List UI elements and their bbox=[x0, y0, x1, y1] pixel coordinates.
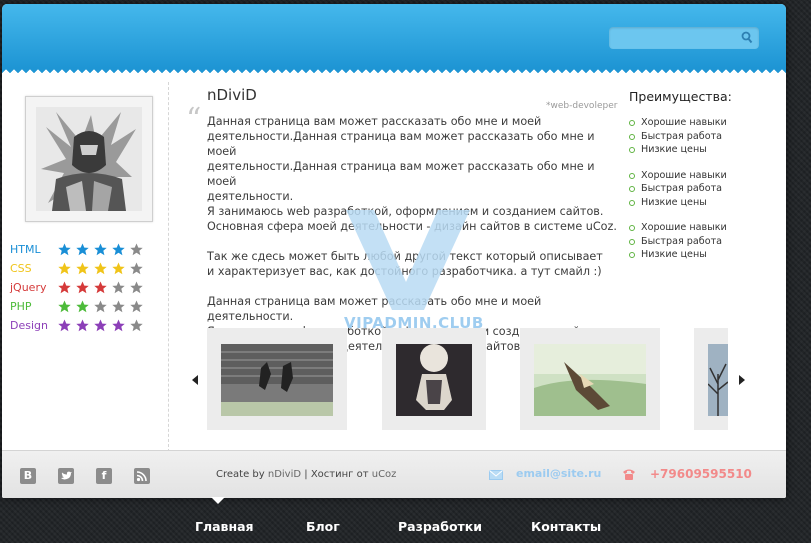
vertical-divider bbox=[168, 82, 169, 452]
advantage-item: Низкие цены bbox=[628, 248, 778, 262]
skill-name: CSS bbox=[10, 262, 32, 275]
page-card: HTML CSS jQuery PHP Design nDiviD *web-devol… bbox=[2, 4, 786, 498]
credits-host-link[interactable]: uCoz bbox=[372, 469, 397, 480]
star-filled-icon bbox=[94, 319, 107, 332]
advantage-item: Быстрая работа bbox=[628, 235, 778, 249]
gallery-thumb[interactable] bbox=[382, 328, 486, 430]
advantages-group: Хорошие навыки Быстрая работа Низкие цены bbox=[628, 116, 778, 157]
footer-bar: B f Create by nDiviD | Хостинг от uCoz e… bbox=[2, 450, 786, 498]
star-empty-icon bbox=[130, 319, 143, 332]
gallery-photo bbox=[534, 344, 646, 416]
star-filled-icon bbox=[76, 243, 89, 256]
email-icon bbox=[489, 470, 503, 480]
search-input[interactable] bbox=[609, 27, 743, 49]
gallery-photo bbox=[396, 344, 472, 416]
gallery-photo bbox=[708, 344, 728, 416]
star-filled-icon bbox=[94, 243, 107, 256]
star-filled-icon bbox=[76, 300, 89, 313]
gallery-photo bbox=[221, 344, 333, 416]
star-filled-icon bbox=[112, 262, 125, 275]
star-filled-icon bbox=[58, 319, 71, 332]
star-empty-icon bbox=[130, 243, 143, 256]
star-empty-icon bbox=[94, 300, 107, 313]
search-box[interactable] bbox=[609, 27, 759, 49]
nav-item-home[interactable]: Главная bbox=[195, 519, 254, 534]
gallery-thumb[interactable] bbox=[520, 328, 660, 430]
advantages-list: Хорошие навыки Быстрая работа Низкие цены Х… bbox=[628, 116, 778, 274]
star-filled-icon bbox=[76, 262, 89, 275]
skill-name: jQuery bbox=[10, 281, 47, 294]
star-filled-icon bbox=[76, 319, 89, 332]
star-empty-icon bbox=[130, 300, 143, 313]
skill-name: PHP bbox=[10, 300, 32, 313]
header-zigzag-edge bbox=[2, 68, 786, 75]
star-empty-icon bbox=[130, 281, 143, 294]
star-filled-icon bbox=[58, 300, 71, 313]
skill-row: jQuery bbox=[10, 278, 148, 297]
advantage-item: Быстрая работа bbox=[628, 130, 778, 144]
profile-photo bbox=[36, 107, 142, 211]
advantage-item: Быстрая работа bbox=[628, 182, 778, 196]
skill-row: HTML bbox=[10, 240, 148, 259]
profile-subtitle: *web-devoleper bbox=[546, 101, 618, 111]
advantage-item: Низкие цены bbox=[628, 143, 778, 157]
skill-rating bbox=[58, 300, 148, 313]
vk-icon[interactable]: B bbox=[20, 468, 36, 484]
star-filled-icon bbox=[94, 262, 107, 275]
phone-icon bbox=[623, 469, 635, 480]
credits-prefix: Create by bbox=[216, 469, 265, 480]
skill-row: Design bbox=[10, 316, 148, 335]
rss-icon[interactable] bbox=[134, 468, 150, 484]
credits-author-link[interactable]: nDiviD bbox=[268, 469, 301, 480]
star-filled-icon bbox=[76, 281, 89, 294]
footer-credits: Create by nDiviD | Хостинг от uCoz bbox=[216, 469, 396, 480]
advantage-item: Хорошие навыки bbox=[628, 116, 778, 130]
star-empty-icon bbox=[130, 262, 143, 275]
facebook-icon[interactable]: f bbox=[96, 468, 112, 484]
contact-email[interactable]: email@site.ru bbox=[516, 467, 601, 480]
star-filled-icon bbox=[58, 281, 71, 294]
skill-row: PHP bbox=[10, 297, 148, 316]
skill-rating bbox=[58, 281, 148, 294]
twitter-icon[interactable] bbox=[58, 468, 74, 484]
gallery-thumb[interactable] bbox=[694, 328, 728, 430]
skill-name: HTML bbox=[10, 243, 41, 256]
star-filled-icon bbox=[112, 243, 125, 256]
advantage-item: Хорошие навыки bbox=[628, 221, 778, 235]
header-bar bbox=[2, 4, 786, 68]
watermark-logo-icon bbox=[346, 210, 470, 310]
gallery-prev-arrow-icon[interactable] bbox=[192, 375, 198, 385]
skill-rating bbox=[58, 262, 148, 275]
nav-item-blog[interactable]: Блог bbox=[306, 519, 340, 534]
advantages-group: Хорошие навыки Быстрая работа Низкие цены bbox=[628, 169, 778, 210]
skill-rating bbox=[58, 319, 148, 332]
nav-active-pointer bbox=[211, 497, 225, 504]
nav-item-projects[interactable]: Разработки bbox=[398, 519, 482, 534]
skill-name: Design bbox=[10, 319, 48, 332]
credits-hosting: Хостинг от bbox=[310, 469, 369, 480]
profile-name: nDiviD bbox=[207, 86, 257, 104]
search-icon[interactable] bbox=[741, 31, 753, 45]
gallery-next-arrow-icon[interactable] bbox=[739, 375, 745, 385]
star-filled-icon bbox=[58, 243, 71, 256]
skill-rating bbox=[58, 243, 148, 256]
star-filled-icon bbox=[94, 281, 107, 294]
contact-phone[interactable]: +79609595510 bbox=[650, 467, 752, 481]
quote-mark-icon: “ bbox=[186, 102, 202, 137]
star-empty-icon bbox=[112, 281, 125, 294]
advantages-title: Преимущества: bbox=[629, 89, 732, 104]
star-empty-icon bbox=[112, 300, 125, 313]
credits-separator: | bbox=[304, 469, 308, 480]
gallery-thumb[interactable] bbox=[207, 328, 347, 430]
star-filled-icon bbox=[58, 262, 71, 275]
advantages-group: Хорошие навыки Быстрая работа Низкие цены bbox=[628, 221, 778, 262]
skills-list: HTML CSS jQuery PHP Design bbox=[10, 240, 148, 335]
advantage-item: Хорошие навыки bbox=[628, 169, 778, 183]
profile-photo-frame bbox=[25, 96, 153, 222]
star-filled-icon bbox=[112, 319, 125, 332]
nav-item-contacts[interactable]: Контакты bbox=[531, 519, 601, 534]
advantage-item: Низкие цены bbox=[628, 196, 778, 210]
skill-row: CSS bbox=[10, 259, 148, 278]
